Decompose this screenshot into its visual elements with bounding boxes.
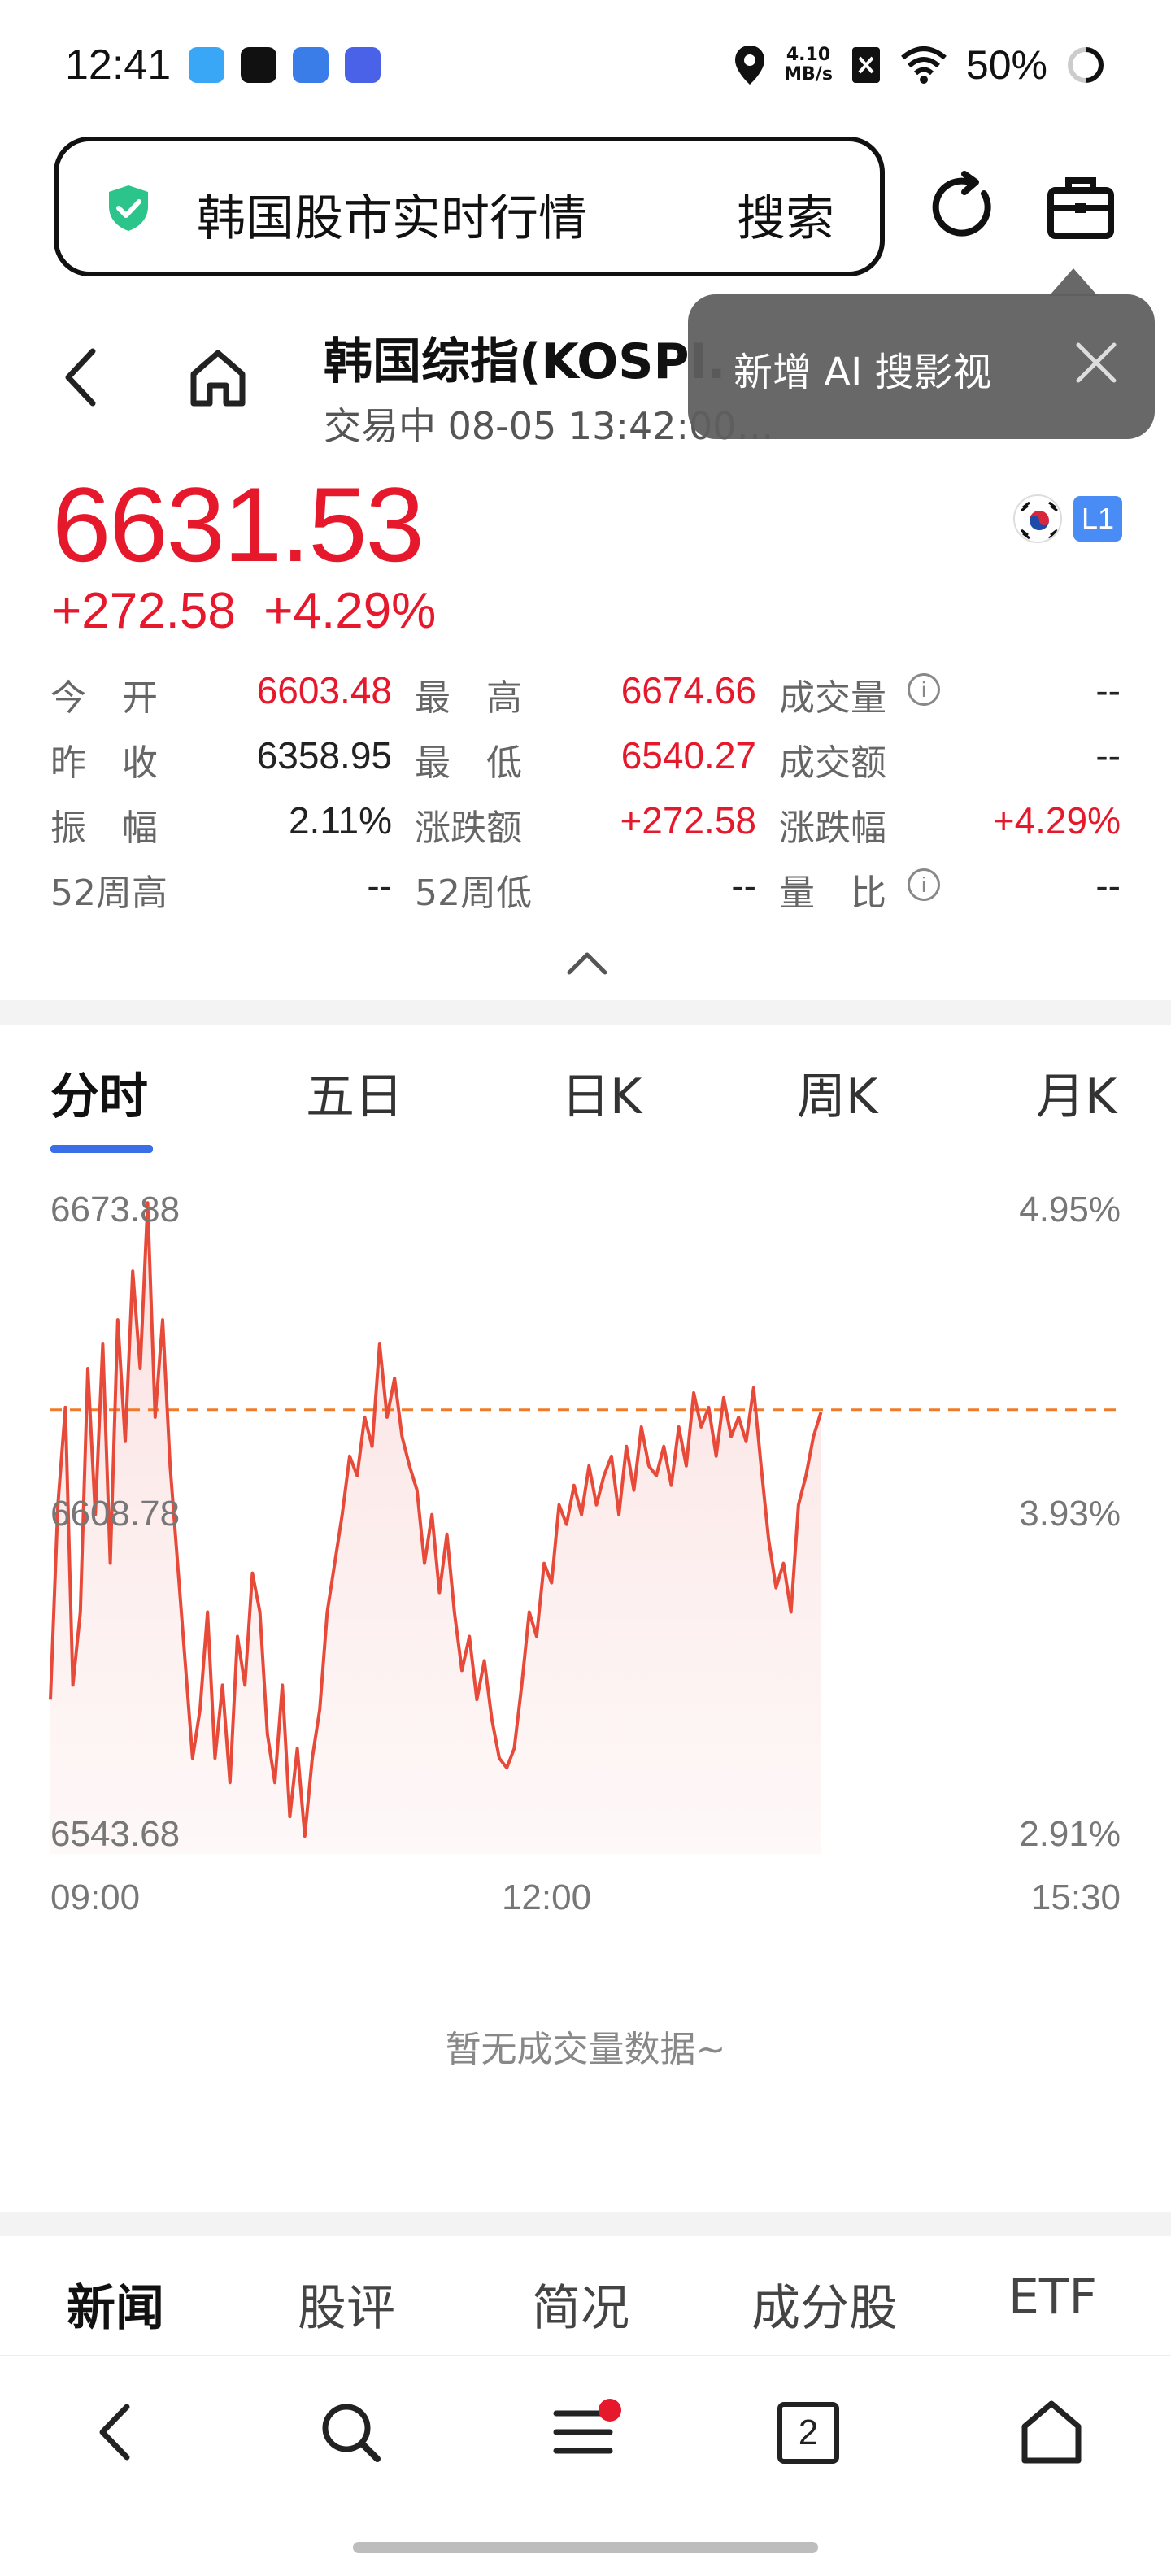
notification-dot	[599, 2399, 621, 2422]
section-divider-2	[0, 2212, 1171, 2236]
nav-search-icon[interactable]	[314, 2395, 387, 2469]
tab-news[interactable]: 新闻	[67, 2269, 164, 2339]
tab-overview[interactable]: 简况	[532, 2269, 629, 2339]
stat-label-open: 今 开	[50, 677, 158, 719]
stat-value-change-amount: +272.58	[620, 799, 756, 842]
stat-label-52w-high: 52周高	[50, 872, 168, 914]
korea-flag-icon	[1013, 494, 1062, 543]
vivo-app-icon	[345, 47, 381, 83]
tiktok-app-icon	[241, 47, 276, 83]
no-sim-icon	[851, 47, 880, 83]
stat-value-52w-high: --	[367, 864, 392, 907]
stat-value-low: 6540.27	[620, 734, 756, 777]
stat-row: 52周高 -- 52周低 -- 量 比 i --	[50, 864, 1122, 920]
section-divider	[0, 1000, 1171, 1025]
index-name: 韩国综指(KOSPI.	[324, 333, 726, 390]
status-right: 4.10 MB/s 50%	[734, 39, 1106, 91]
stat-row: 昨 收 6358.95 最 低 6540.27 成交额 --	[50, 733, 1122, 790]
stat-value-amplitude: 2.11%	[288, 799, 392, 842]
tab-comments[interactable]: 股评	[298, 2269, 395, 2339]
search-bar[interactable]: 韩国股市实时行情 搜索	[54, 137, 885, 276]
stat-label-amplitude: 振 幅	[50, 807, 158, 849]
stat-label-volume-ratio: 量 比	[779, 872, 886, 914]
current-price: 6631.53	[52, 465, 424, 584]
intraday-chart[interactable]: 6673.88 6608.78 6543.68 4.95% 3.93% 2.91…	[0, 1171, 1171, 1935]
wifi-icon	[900, 46, 947, 84]
home-icon[interactable]	[187, 346, 249, 408]
stat-value-volume: --	[1095, 669, 1121, 711]
y-label-top: 6673.88	[50, 1190, 180, 1229]
x-label-start: 09:00	[50, 1878, 140, 1917]
bottom-nav: 2	[0, 2355, 1171, 2509]
back-icon[interactable]	[57, 345, 106, 410]
y-right-mid: 3.93%	[1019, 1494, 1121, 1534]
stat-value-turnover: --	[1095, 734, 1121, 777]
tab-etf[interactable]: ETF	[1008, 2269, 1097, 2326]
refresh-icon[interactable]	[927, 171, 1000, 244]
stat-label-volume: 成交量	[779, 677, 886, 719]
home-indicator[interactable]	[353, 2542, 818, 2553]
stat-label-high: 最 高	[415, 677, 522, 719]
location-icon	[735, 46, 765, 85]
network-speed: 4.10 MB/s	[784, 45, 833, 85]
nav-home-icon[interactable]	[1015, 2395, 1088, 2469]
tab-daily-k[interactable]: 日K	[561, 1057, 642, 1128]
stat-row: 振 幅 2.11% 涨跌额 +272.58 涨跌幅 +4.29%	[50, 798, 1122, 855]
stat-label-turnover: 成交额	[779, 742, 886, 784]
tab-intraday[interactable]: 分时	[50, 1057, 148, 1128]
nav-back-icon[interactable]	[81, 2395, 155, 2469]
stat-value-52w-low: --	[731, 864, 756, 907]
stat-value-prev-close: 6358.95	[256, 734, 392, 777]
y-label-bottom: 6543.68	[50, 1814, 180, 1854]
search-button[interactable]: 搜索	[737, 179, 834, 250]
y-right-top: 4.95%	[1019, 1190, 1121, 1229]
tab-monthly-k[interactable]: 月K	[1036, 1057, 1117, 1128]
close-icon[interactable]	[1073, 340, 1119, 385]
x-label-end: 15:30	[1031, 1878, 1121, 1917]
price-change: +272.58 +4.29%	[52, 583, 437, 639]
stat-value-high: 6674.66	[620, 669, 756, 711]
status-bar: 12:41 4.10 MB/s 50%	[0, 0, 1171, 130]
shield-check-icon	[109, 185, 148, 231]
battery-ring-icon	[1068, 47, 1104, 83]
x-label-mid: 12:00	[502, 1878, 591, 1917]
stat-value-open: 6603.48	[256, 669, 392, 711]
tab-constituents[interactable]: 成分股	[751, 2269, 898, 2339]
tooltip-arrow	[1049, 268, 1098, 296]
y-right-bottom: 2.91%	[1019, 1814, 1121, 1854]
stat-value-volume-ratio: --	[1095, 864, 1121, 907]
tab-five-day[interactable]: 五日	[306, 1057, 403, 1128]
no-volume-message: 暂无成交量数据~	[445, 2029, 726, 2070]
stat-label-change-amount: 涨跌额	[415, 807, 522, 849]
status-time: 12:41	[65, 41, 172, 89]
stat-value-change-percent: +4.29%	[992, 799, 1121, 842]
stat-label-change-percent: 涨跌幅	[779, 807, 886, 849]
tab-weekly-k[interactable]: 周K	[797, 1057, 877, 1128]
stat-label-prev-close: 昨 收	[50, 742, 158, 784]
chevron-up-icon[interactable]	[564, 946, 610, 979]
search-input[interactable]: 韩国股市实时行情	[197, 179, 587, 250]
browser-app-icon	[293, 47, 329, 83]
stat-label-52w-low: 52周低	[415, 872, 532, 914]
level-badge: L1	[1073, 496, 1122, 542]
y-label-mid: 6608.78	[50, 1494, 180, 1534]
ai-feature-tooltip: 新增 AI 搜影视	[688, 294, 1155, 439]
nav-tabs-icon[interactable]: 2	[777, 2402, 839, 2464]
tab-underline	[50, 1145, 153, 1153]
tooltip-text: 新增 AI 搜影视	[734, 350, 992, 395]
stat-label-low: 最 低	[415, 742, 522, 784]
toolbox-icon[interactable]	[1044, 171, 1117, 244]
weather-app-icon	[189, 47, 224, 83]
battery-percent: 50%	[965, 42, 1047, 88]
stat-row: 今 开 6603.48 最 高 6674.66 成交量 i --	[50, 668, 1122, 725]
